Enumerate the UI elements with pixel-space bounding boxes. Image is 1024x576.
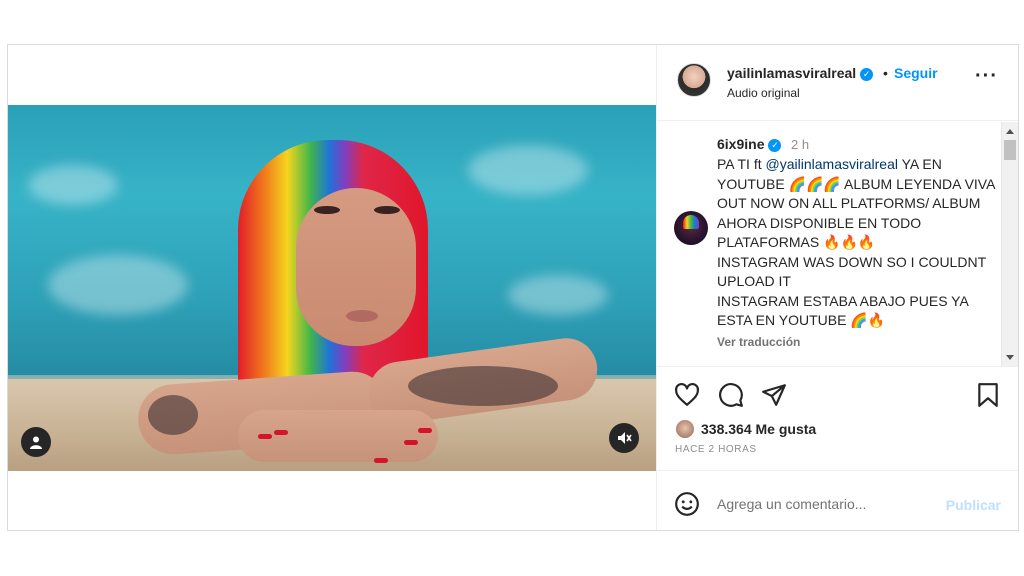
caption-username[interactable]: 6ix9ine ✓	[717, 136, 782, 152]
separator-dot: •	[883, 65, 888, 81]
nail	[374, 458, 388, 463]
left-eye	[314, 206, 340, 214]
comment-bar: Publicar	[657, 470, 1018, 530]
arm-tattoo	[408, 366, 558, 406]
author-username[interactable]: yailinlamasviralreal ✓	[727, 65, 874, 81]
post-timestamp: HACE 2 HORAS	[675, 444, 757, 455]
caption-section: 6ix9ine ✓ 2 h PA TI ft @yailinlamasviralr…	[657, 122, 1018, 367]
likes-count[interactable]: 338.364 Me gusta	[701, 421, 816, 437]
caption-scrollbar[interactable]	[1001, 122, 1018, 366]
arm-tattoo	[148, 395, 198, 435]
action-bar	[657, 368, 1018, 418]
nail	[418, 428, 432, 433]
person-in-pool	[135, 140, 602, 471]
caption-text: PA TI ft @yailinlamasviralreal YA EN YOU…	[717, 155, 997, 331]
scroll-up-icon[interactable]	[1006, 129, 1014, 134]
see-translation-link[interactable]: Ver traducción	[717, 335, 800, 349]
instagram-post: yailinlamasviralreal ✓ • Seguir Audio ori…	[7, 44, 1019, 531]
water-highlight	[28, 165, 118, 205]
caption-timestamp[interactable]: 2 h	[791, 137, 809, 152]
caption-line: INSTAGRAM ESTABA ABAJO PUES YA ESTA EN Y…	[717, 292, 969, 329]
more-horizontal-icon[interactable]: ···	[975, 65, 998, 88]
lips	[346, 310, 378, 322]
nail	[404, 440, 418, 445]
nail	[274, 430, 288, 435]
bookmark-icon[interactable]	[975, 382, 1001, 408]
verified-badge-icon: ✓	[768, 139, 782, 152]
caption-author-avatar[interactable]	[674, 211, 708, 245]
comment-input[interactable]	[717, 491, 927, 517]
caption-line: INSTAGRAM WAS DOWN SO I COULDNT UPLOAD I…	[717, 253, 986, 290]
muted-speaker-icon[interactable]	[609, 423, 639, 453]
audio-link[interactable]: Audio original	[727, 86, 800, 100]
author-avatar[interactable]	[677, 63, 711, 97]
post-video[interactable]	[8, 105, 656, 471]
verified-badge-icon: ✓	[860, 68, 874, 81]
mention-link[interactable]: @yailinlamasviralreal	[766, 156, 898, 172]
comment-icon[interactable]	[718, 382, 744, 408]
post-sidebar: yailinlamasviralreal ✓ • Seguir Audio ori…	[657, 45, 1018, 530]
emoji-icon[interactable]	[674, 491, 700, 517]
liker-avatar	[675, 419, 695, 439]
publish-button[interactable]: Publicar	[946, 497, 1001, 513]
caption-text-part: PA TI ft	[717, 156, 766, 172]
post-header: yailinlamasviralreal ✓ • Seguir Audio ori…	[657, 45, 1018, 121]
follow-button[interactable]: Seguir	[894, 65, 938, 81]
scroll-thumb[interactable]	[1004, 140, 1016, 160]
heart-icon[interactable]	[674, 382, 700, 408]
send-icon[interactable]	[761, 382, 787, 408]
scroll-down-icon[interactable]	[1006, 355, 1014, 360]
media-panel	[8, 45, 657, 530]
user-icon[interactable]	[21, 427, 51, 457]
nail	[258, 434, 272, 439]
right-eye	[374, 206, 400, 214]
